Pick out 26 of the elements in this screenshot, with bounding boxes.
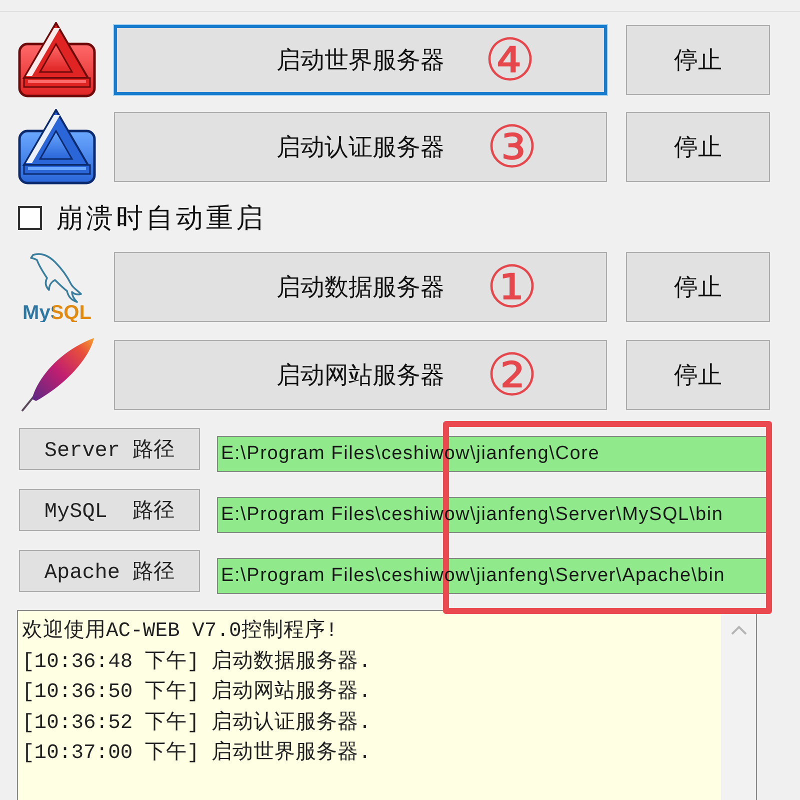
log-line: [10:36:50 下午] 启动网站服务器. [22, 678, 372, 706]
start-server-button[interactable]: 启动世界服务器 ④ [114, 25, 607, 95]
feather-icon [19, 337, 95, 413]
log-line: 欢迎使用AC-WEB V7.0控制程序! [22, 618, 339, 645]
step-number: ③ [486, 118, 538, 176]
log-line: [10:36:52 下午] 启动认证服务器. [22, 710, 372, 736]
start-server-button[interactable]: 启动数据服务器 ① [114, 252, 607, 322]
path-button[interactable]: Server 路径 [19, 428, 200, 470]
start-server-button[interactable]: 启动认证服务器 ③ [114, 112, 607, 182]
log-line: [10:37:00 下午] 启动世界服务器. [22, 740, 372, 767]
log-line: [10:36:48 下午] 启动数据服务器. [22, 648, 372, 676]
path-button[interactable]: MySQL 路径 [19, 489, 200, 531]
step-number: ② [486, 346, 538, 404]
checkbox-label: 崩溃时自动重启 [56, 202, 266, 236]
logo-wordmark: MySQL [22, 304, 92, 322]
triangle-logo-icon [18, 109, 96, 185]
step-number: ① [486, 258, 538, 316]
step-number: ④ [484, 31, 536, 89]
start-server-button[interactable]: 启动网站服务器 ② [114, 340, 607, 410]
stop-button[interactable]: 停止 [626, 112, 770, 182]
stop-button[interactable]: 停止 [626, 252, 770, 322]
triangle-logo-icon [18, 22, 96, 98]
stop-button[interactable]: 停止 [626, 340, 770, 410]
auto-restart-checkbox[interactable] [18, 206, 42, 230]
path-button[interactable]: Apache 路径 [19, 550, 200, 592]
stop-button[interactable]: 停止 [626, 25, 770, 95]
